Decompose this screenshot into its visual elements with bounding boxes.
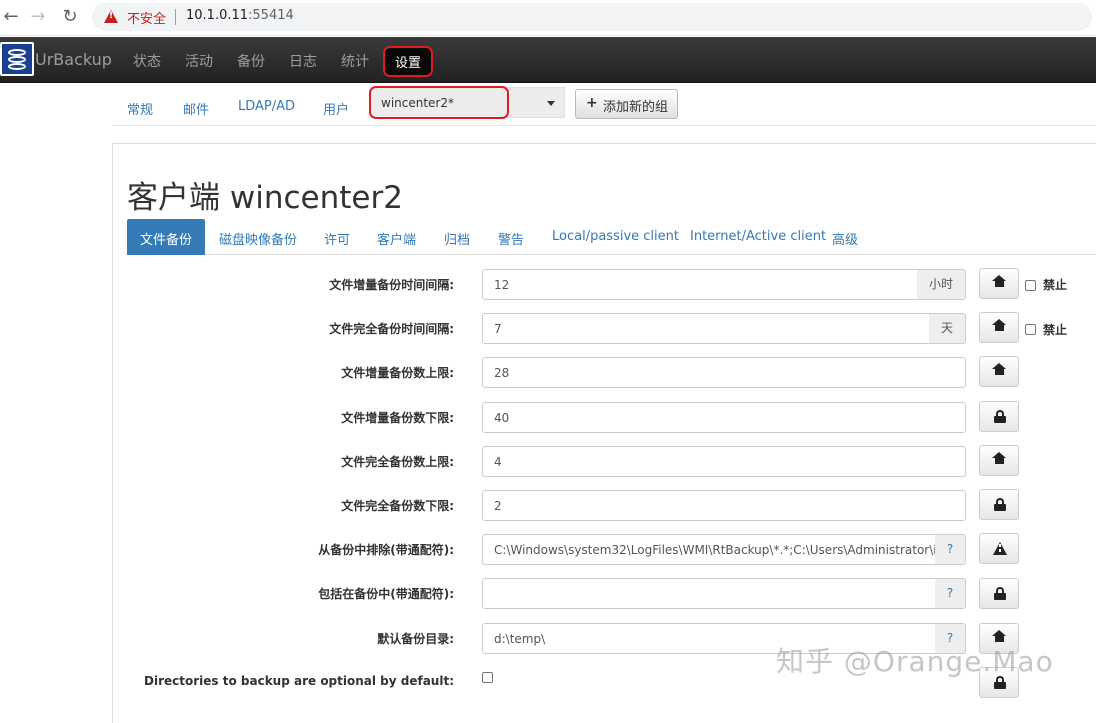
- app-navbar: UrBackup 状态 活动 备份 日志 统计 设置: [0, 37, 1096, 83]
- disable-checkbox[interactable]: [1025, 280, 1036, 291]
- max-incr-backups-input[interactable]: 28: [482, 357, 966, 388]
- form-label: 包括在备份中(带通配符):: [318, 587, 454, 601]
- home-icon: [992, 319, 1006, 333]
- settings-tabs: 文件备份 磁盘映像备份 许可 客户端 归档 警告 Local/passive c…: [127, 219, 1096, 255]
- min-full-backups-input[interactable]: 2: [482, 490, 966, 521]
- add-group-button[interactable]: + 添加新的组: [575, 89, 678, 119]
- urbackup-logo-icon[interactable]: [0, 42, 34, 76]
- help-addon[interactable]: ?: [935, 578, 966, 609]
- disable-checkbox[interactable]: [1025, 324, 1036, 335]
- home-icon: [992, 363, 1006, 377]
- lock-icon: [994, 587, 1006, 600]
- min-incr-backups-input[interactable]: 40: [482, 402, 966, 433]
- tab-internet-active-client[interactable]: Internet/Active client: [690, 229, 826, 244]
- lock-setting-button[interactable]: [979, 578, 1019, 609]
- tab-local-passive-client[interactable]: Local/passive client: [552, 229, 679, 244]
- watermark: 知乎 @Orange.Mao: [776, 645, 1054, 678]
- lock-setting-button[interactable]: [979, 489, 1019, 520]
- form-label: 文件增量备份时间间隔:: [329, 278, 454, 292]
- lock-icon: [994, 410, 1006, 423]
- full-interval-input[interactable]: 7: [482, 313, 930, 344]
- home-icon: [992, 452, 1006, 466]
- reload-icon[interactable]: ↻: [59, 6, 81, 28]
- subnav-general[interactable]: 常规: [127, 99, 153, 118]
- security-label: 不安全: [127, 12, 167, 27]
- use-group-default-button[interactable]: [979, 445, 1019, 476]
- disable-label: 禁止: [1043, 323, 1068, 337]
- road-icon: [993, 542, 1007, 555]
- form-label: 从备份中排除(带通配符):: [318, 543, 454, 557]
- nav-status[interactable]: 状态: [133, 51, 161, 71]
- tab-alerts[interactable]: 警告: [498, 229, 524, 248]
- tab-advanced[interactable]: 高级: [832, 229, 858, 248]
- disable-label: 禁止: [1043, 278, 1068, 292]
- merge-setting-button[interactable]: [979, 533, 1019, 564]
- address-bar[interactable]: 不安全 10.1.0.11:55414: [92, 3, 1092, 31]
- unit-addon: 天: [929, 313, 966, 344]
- form-label: 文件增量备份数下限:: [341, 411, 454, 425]
- nav-activities[interactable]: 活动: [185, 51, 213, 71]
- form-label: 文件完全备份数下限:: [341, 499, 454, 513]
- nav-settings[interactable]: 设置: [383, 46, 434, 77]
- group-select-highlight: [369, 86, 509, 119]
- tab-image-backup[interactable]: 磁盘映像备份: [219, 229, 297, 248]
- subnav-ldap[interactable]: LDAP/AD: [238, 99, 295, 114]
- warning-icon: [104, 10, 118, 23]
- lock-setting-button[interactable]: [979, 401, 1019, 432]
- form-label: 文件增量备份数上限:: [341, 366, 454, 380]
- tab-file-backup[interactable]: 文件备份: [127, 219, 206, 255]
- form-label: 文件完全备份时间间隔:: [329, 322, 454, 336]
- url-separator: [175, 9, 176, 25]
- divider: [112, 125, 1096, 126]
- back-icon[interactable]: ←: [0, 6, 22, 28]
- unit-addon: 小时: [917, 269, 966, 300]
- incr-interval-input[interactable]: 12: [482, 269, 918, 300]
- home-icon: [992, 275, 1006, 289]
- subnav-users[interactable]: 用户: [323, 99, 349, 118]
- max-full-backups-input[interactable]: 4: [482, 446, 966, 477]
- form-label: 默认备份目录:: [377, 632, 454, 646]
- form-label: 文件完全备份数上限:: [341, 455, 454, 469]
- forward-icon[interactable]: →: [27, 6, 49, 28]
- nav-statistics[interactable]: 统计: [341, 51, 369, 71]
- help-addon[interactable]: ?: [935, 534, 966, 565]
- nav-logs[interactable]: 日志: [289, 51, 317, 71]
- include-patterns-input[interactable]: [482, 578, 936, 609]
- chevron-down-icon: [547, 101, 555, 106]
- tab-archive[interactable]: 归档: [444, 229, 470, 248]
- nav-backups[interactable]: 备份: [237, 51, 265, 71]
- tab-client[interactable]: 客户端: [377, 229, 416, 248]
- lock-icon: [994, 498, 1006, 511]
- optional-dirs-checkbox[interactable]: [482, 672, 493, 683]
- use-group-default-button[interactable]: [979, 268, 1019, 299]
- browser-toolbar: ← → ↻ 不安全 10.1.0.11:55414: [0, 0, 1096, 36]
- subnav-mail[interactable]: 邮件: [183, 99, 209, 118]
- add-group-label: 添加新的组: [603, 100, 669, 115]
- plus-icon: +: [586, 95, 598, 111]
- use-group-default-button[interactable]: [979, 312, 1019, 343]
- exclude-patterns-input[interactable]: C:\Windows\system32\LogFiles\WMI\RtBacku…: [482, 534, 936, 565]
- brand-name[interactable]: UrBackup: [35, 50, 112, 69]
- url-text: 10.1.0.11:55414: [186, 8, 294, 23]
- use-group-default-button[interactable]: [979, 356, 1019, 387]
- form-label: Directories to backup are optional by de…: [144, 674, 454, 688]
- tab-permissions[interactable]: 许可: [324, 229, 350, 248]
- page-title: 客户端 wincenter2: [127, 180, 403, 216]
